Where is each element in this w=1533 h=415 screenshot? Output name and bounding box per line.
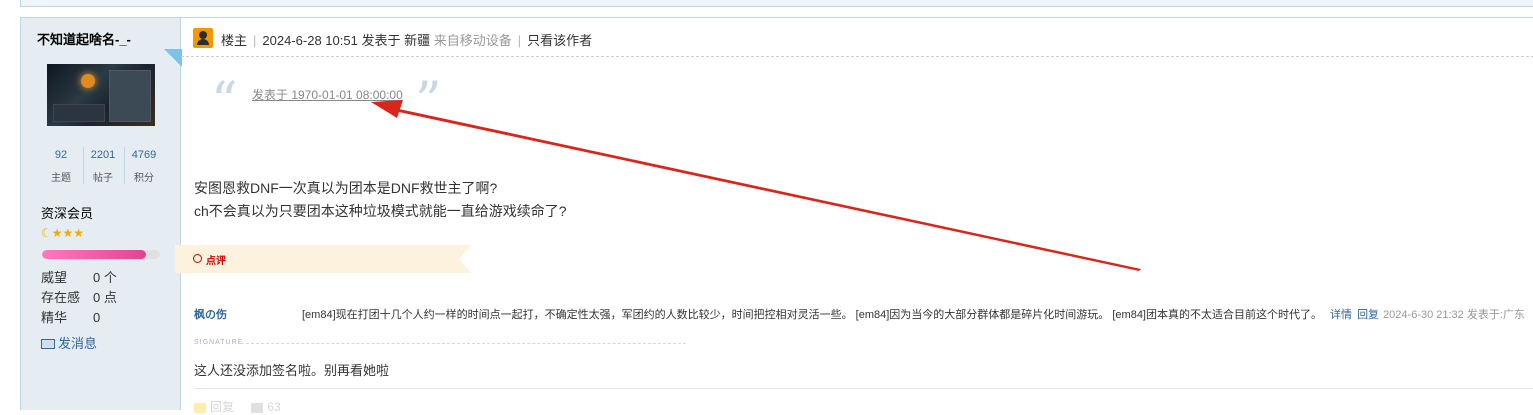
review-tab[interactable]: 点评: [175, 245, 471, 273]
rank-progress-fill: [42, 250, 146, 259]
stat-topics-num: 92: [54, 149, 68, 161]
stat-credits-label: 积分: [134, 173, 154, 184]
signature-divider: [241, 343, 686, 344]
signature-label: SIGNATURE: [194, 339, 244, 346]
avatar-glow: [81, 74, 95, 88]
stat-credits-num: 4769: [131, 149, 157, 161]
previous-post-edge: [20, 0, 1533, 7]
reply-button[interactable]: 回复: [210, 400, 234, 414]
post-datetime: 2024-6-28 10:51: [262, 33, 358, 48]
rank-stars-icon: ☾★★★: [41, 226, 85, 240]
stat-credits[interactable]: 4769 积分: [124, 147, 163, 184]
post-line-1: 安图恩救DNF一次真以为团本是DNF救世主了啊?: [194, 180, 498, 196]
thumbs-up-icon[interactable]: [251, 402, 264, 413]
rank-progress-bar: [42, 250, 160, 259]
like-count: 63: [267, 400, 281, 414]
field-essence-value: 0: [93, 310, 101, 325]
post-line-2: ch不会真以为只要团本这种垃圾模式就能一直给游戏续命了?: [194, 203, 567, 219]
field-prestige: 威望 0 个: [41, 267, 117, 286]
divider: |: [517, 33, 522, 48]
reply-icon: [194, 402, 206, 413]
actions-divider: [194, 388, 1533, 389]
divider: |: [253, 33, 257, 48]
review-label: 点评: [206, 256, 226, 267]
envelope-icon: [41, 338, 55, 349]
user-group[interactable]: 资深会员: [41, 203, 93, 222]
post-main: 楼主 | 2024-6-28 10:51 发表于 新疆 来自移动设备 | 只看该作者 “…: [175, 18, 1533, 414]
stat-topics[interactable]: 92 主题: [42, 147, 80, 184]
field-prestige-key: 威望: [41, 270, 68, 285]
field-presence-value: 0 点: [93, 290, 117, 305]
field-essence: 精华 0: [41, 307, 100, 326]
review-circle-icon: [193, 254, 202, 263]
send-message-label: 发消息: [58, 336, 98, 351]
comment-time: 2024-6-30 21:32 发表于:广东: [1383, 309, 1525, 321]
field-presence-key: 存在感: [41, 290, 81, 305]
mobile-source: 来自移动设备: [433, 33, 512, 48]
stat-topics-label: 主题: [51, 173, 71, 184]
author-sidebar: 不知道起啥名-_- 92 主题 2201 帖子 4769 积分 资深会员 ☾★★…: [21, 18, 182, 410]
avatar-bar: [53, 104, 105, 122]
send-message-link[interactable]: 发消息: [41, 333, 97, 352]
comment-author[interactable]: 枫の伤: [194, 306, 227, 322]
field-prestige-value: 0 个: [93, 270, 117, 285]
comment-body: [em84]现在打团十几个人约一样的时间点一起打，不确定性太强，军团约的人数比较…: [302, 306, 1525, 322]
avatar[interactable]: [47, 64, 155, 126]
post-content: 安图恩救DNF一次真以为团本是DNF救世主了啊? ch不会真以为只要团本这种垃圾…: [194, 177, 567, 223]
quote-source-link[interactable]: 发表于 1970-01-01 08:00:00: [252, 86, 403, 103]
stat-posts[interactable]: 2201 帖子: [83, 147, 122, 184]
only-author-link[interactable]: 只看该作者: [527, 33, 592, 48]
top-strip: [0, 0, 1533, 17]
quote-open-icon: “: [211, 72, 238, 132]
post-meta: 楼主 | 2024-6-28 10:51 发表于 新疆 来自移动设备 | 只看该作者: [221, 30, 592, 49]
quote-close-icon: ”: [415, 72, 442, 132]
comment-text: [em84]现在打团十几个人约一样的时间点一起打，不确定性太强，军团约的人数比较…: [302, 309, 1322, 321]
corner-badge-icon: [164, 49, 182, 67]
stat-posts-label: 帖子: [93, 173, 113, 184]
signature-text: 这人还没添加签名啦。别再看她啦: [194, 363, 390, 378]
author-name[interactable]: 不知道起啥名-_-: [37, 29, 131, 48]
post-actions: 回复 63: [194, 398, 281, 415]
comment-reply-link[interactable]: 回复: [1357, 309, 1379, 321]
posted-in: 发表于 新疆: [361, 33, 431, 48]
floor-owner-icon: [193, 28, 213, 48]
field-essence-key: 精华: [41, 310, 68, 325]
field-presence: 存在感 0 点: [41, 287, 117, 306]
floor-label: 楼主: [221, 33, 248, 48]
stat-posts-num: 2201: [90, 149, 116, 161]
comment-details-link[interactable]: 详情: [1330, 309, 1352, 321]
avatar-panel: [109, 70, 151, 122]
author-stats: 92 主题 2201 帖子 4769 积分: [42, 147, 162, 187]
post-header: 楼主 | 2024-6-28 10:51 发表于 新疆 来自移动设备 | 只看该作者: [181, 18, 1533, 57]
forum-post: 不知道起啥名-_- 92 主题 2201 帖子 4769 积分 资深会员 ☾★★…: [20, 17, 1533, 414]
